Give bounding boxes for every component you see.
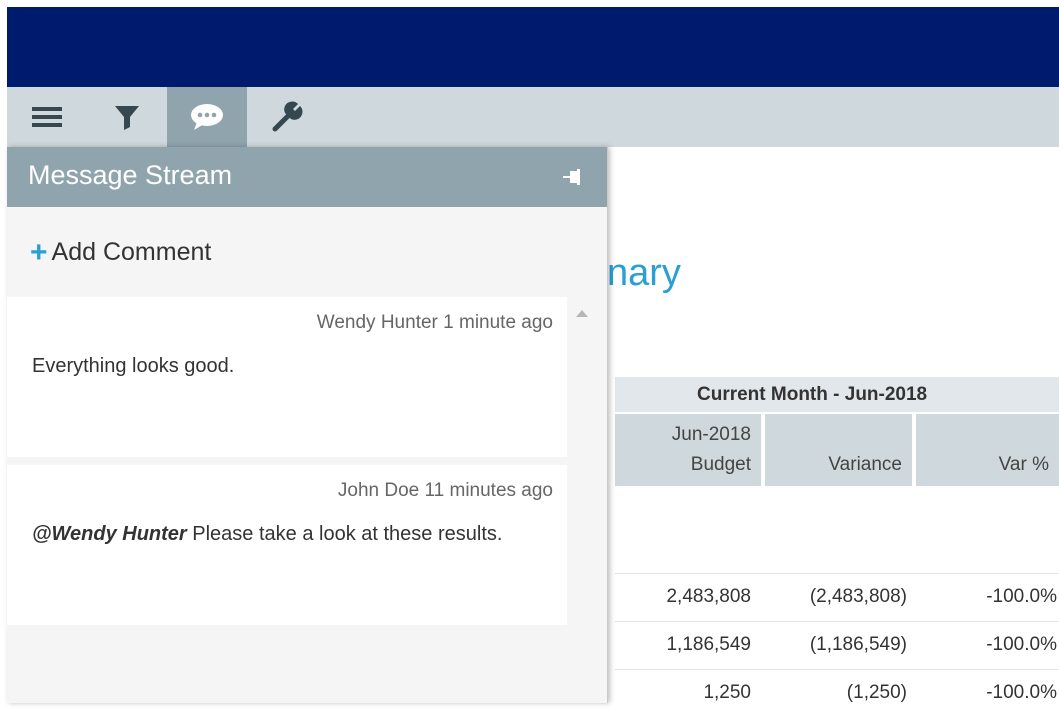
message-item: Wendy Hunter 1 minute ago Everything loo… [7, 297, 567, 457]
table-row: 1,186,549 (1,186,549) -100.0% [615, 621, 1059, 669]
var-percent-cell: -100.0% [986, 586, 1057, 607]
panel-title: Message Stream [28, 160, 233, 190]
column-header-line2: Var % [998, 454, 1049, 475]
add-comment-label: Add Comment [51, 238, 212, 266]
message-stream-button[interactable] [167, 87, 247, 147]
menu-button[interactable] [7, 87, 87, 147]
message-text: @Wendy Hunter Please take a look at thes… [32, 515, 552, 553]
top-header-bar [7, 7, 1059, 87]
report-title: nary [607, 252, 681, 294]
table-row: 1,250 (1,250) -100.0% [615, 669, 1059, 717]
pin-icon[interactable] [562, 167, 586, 187]
budget-cell: 2,483,808 [666, 586, 751, 607]
message-body-text: Please take a look at these results. [186, 523, 503, 545]
variance-cell: (1,186,549) [809, 634, 907, 655]
filter-icon [115, 106, 139, 130]
panel-header: Message Stream [7, 147, 607, 207]
current-month-header: Current Month - Jun-2018 [615, 377, 1059, 412]
user-mention[interactable]: @Wendy Hunter [32, 523, 187, 545]
message-item: John Doe 11 minutes ago @Wendy Hunter Pl… [7, 465, 567, 625]
filter-button[interactable] [87, 87, 167, 147]
chat-bubble-icon [191, 104, 223, 130]
message-meta: John Doe 11 minutes ago [337, 480, 553, 501]
budget-cell: 1,250 [703, 682, 751, 703]
settings-button[interactable] [247, 87, 327, 147]
add-comment-button[interactable]: + Add Comment [30, 236, 212, 269]
column-header-variance: Variance [765, 414, 912, 486]
variance-cell: (1,250) [846, 682, 907, 703]
column-header-line1: Jun-2018 [671, 424, 751, 445]
budget-cell: 1,186,549 [666, 634, 751, 655]
scroll-up-arrow-icon[interactable] [576, 310, 588, 317]
toolbar [7, 87, 1059, 147]
column-header-var-percent: Var % [916, 414, 1059, 486]
message-text: Everything looks good. [32, 355, 235, 377]
column-header-budget: Jun-2018 Budget [615, 414, 761, 486]
wrench-icon [272, 101, 303, 132]
variance-cell: (2,483,808) [809, 586, 907, 607]
message-meta: Wendy Hunter 1 minute ago [316, 312, 553, 333]
var-percent-cell: -100.0% [986, 634, 1057, 655]
table-row: 2,483,808 (2,483,808) -100.0% [615, 573, 1059, 621]
column-header-line2: Variance [828, 454, 902, 475]
column-header-line2: Budget [690, 454, 751, 475]
message-stream-panel: Message Stream + Add Comment Wendy Hunte… [7, 147, 608, 703]
plus-icon: + [30, 236, 48, 269]
var-percent-cell: -100.0% [986, 682, 1057, 703]
menu-icon [32, 107, 62, 127]
